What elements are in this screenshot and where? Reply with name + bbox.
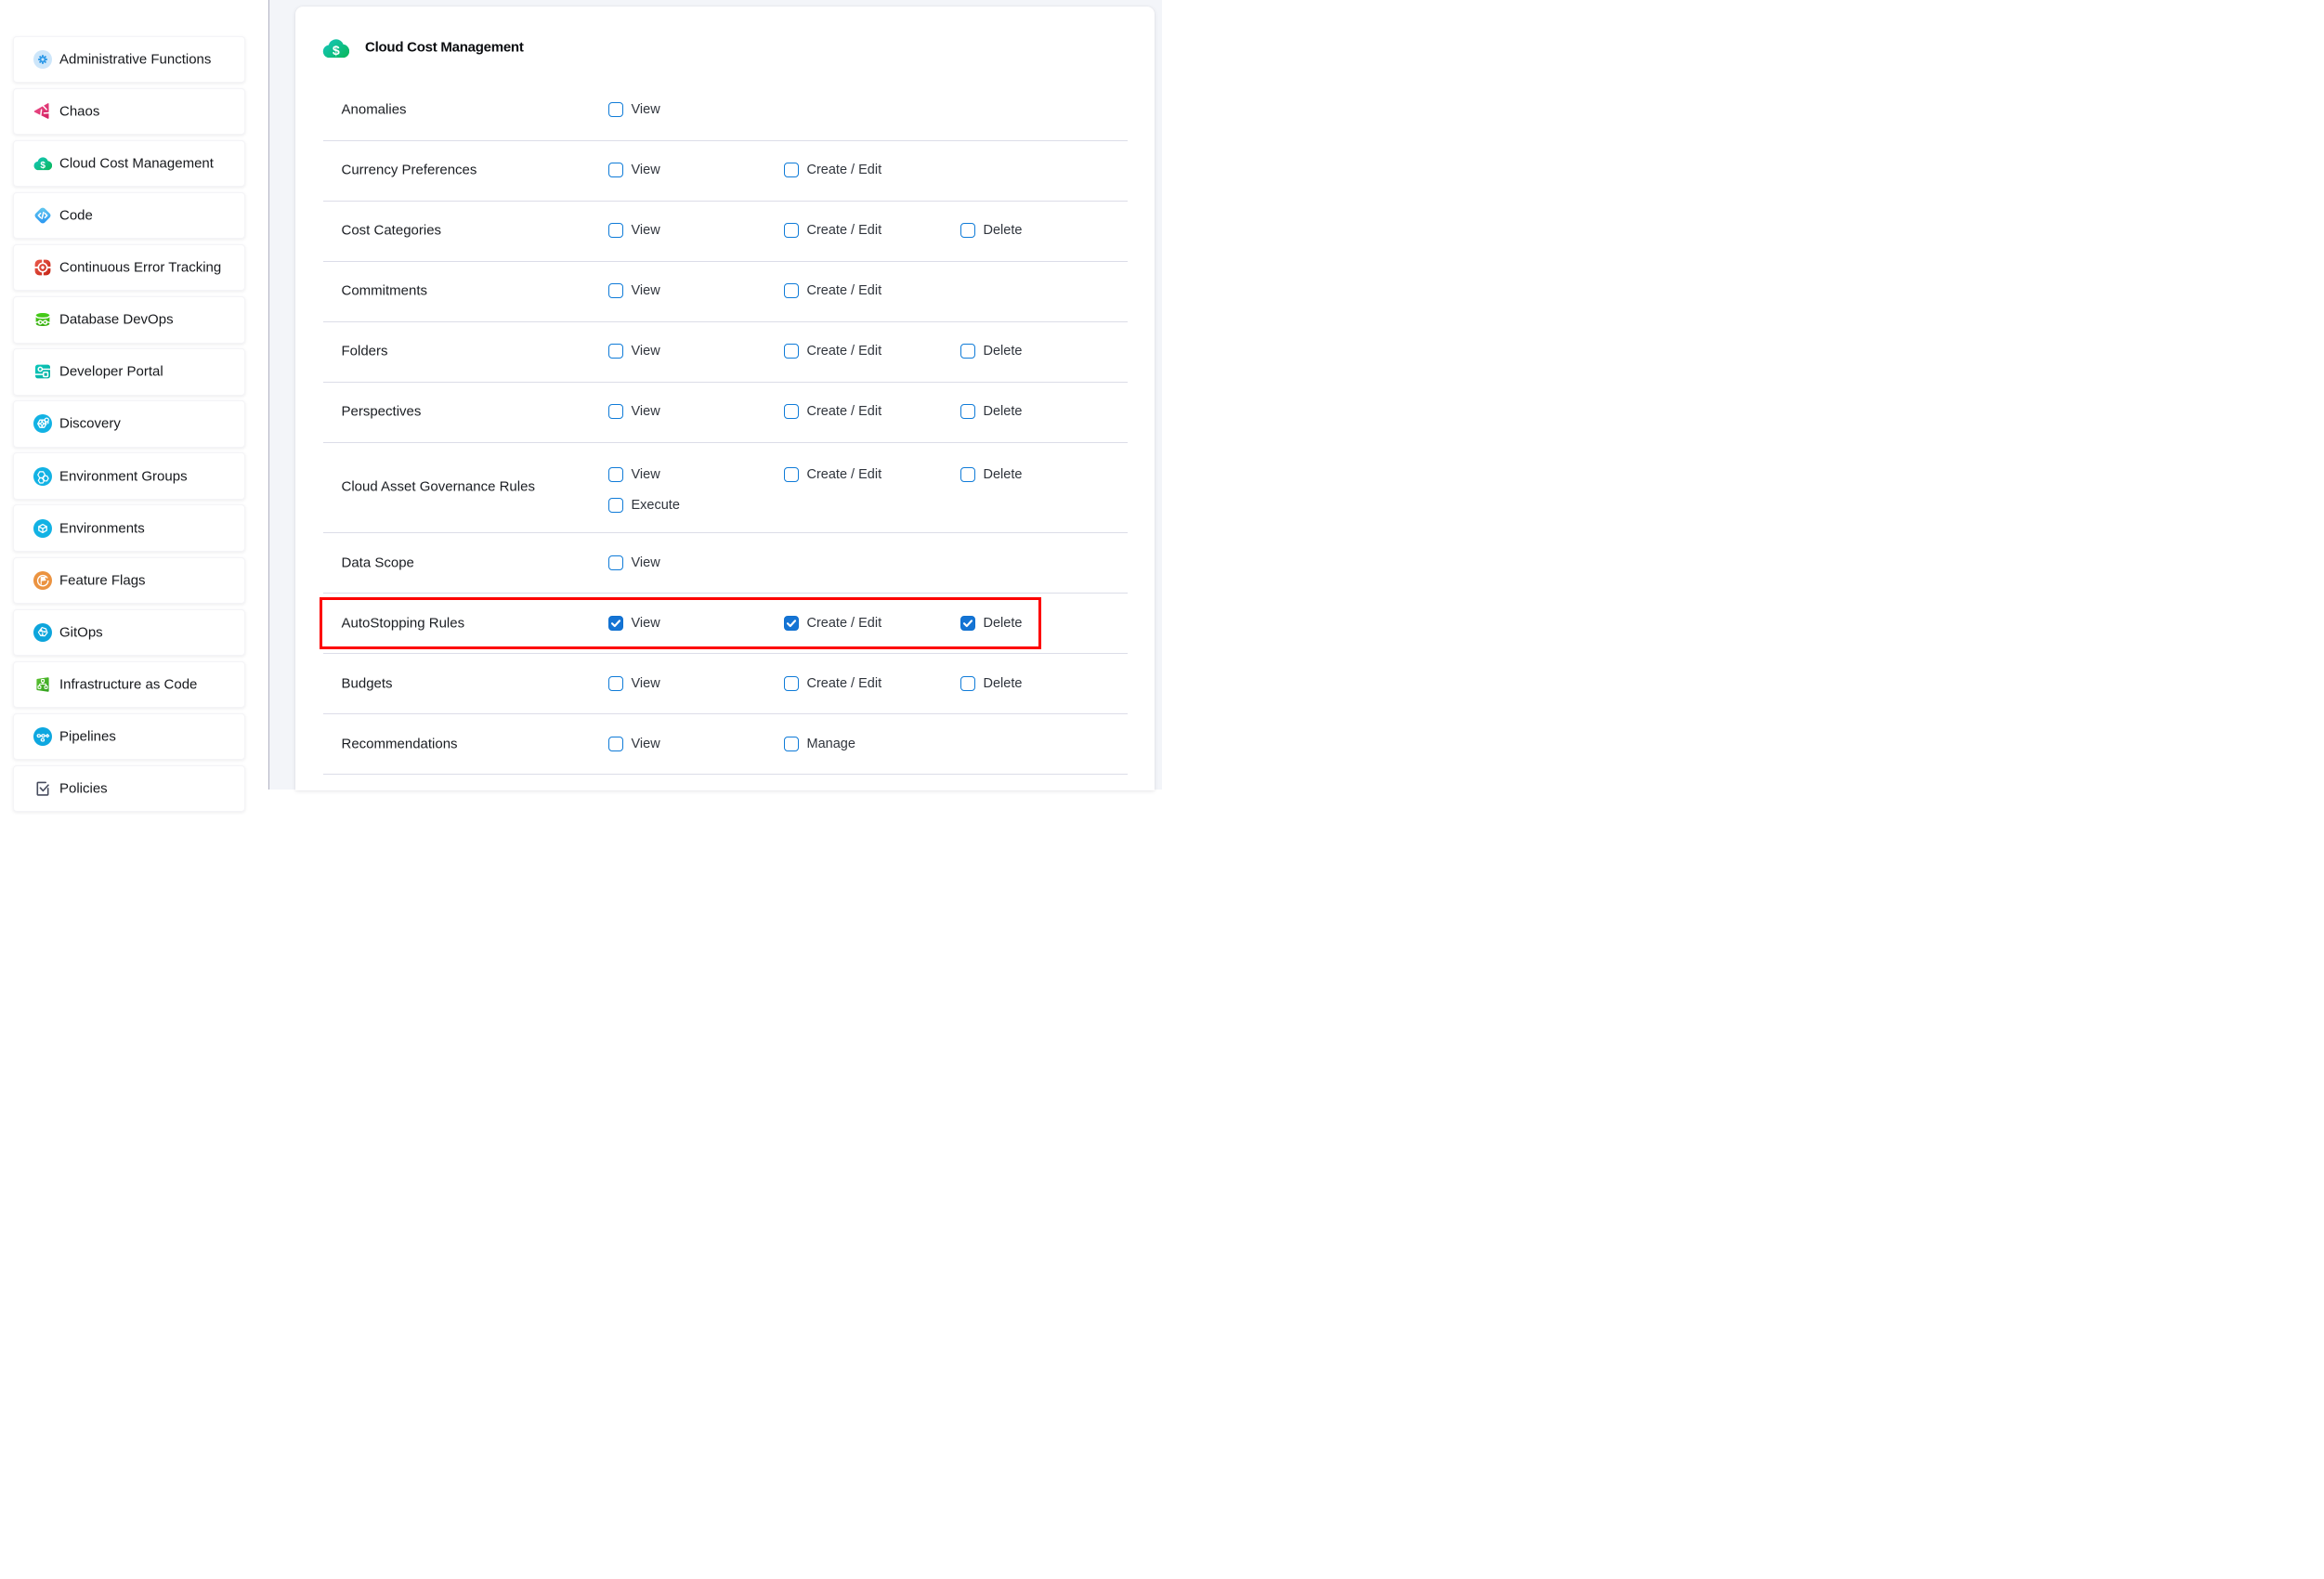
svg-text:$: $: [40, 161, 46, 171]
svg-text:$: $: [333, 44, 340, 59]
